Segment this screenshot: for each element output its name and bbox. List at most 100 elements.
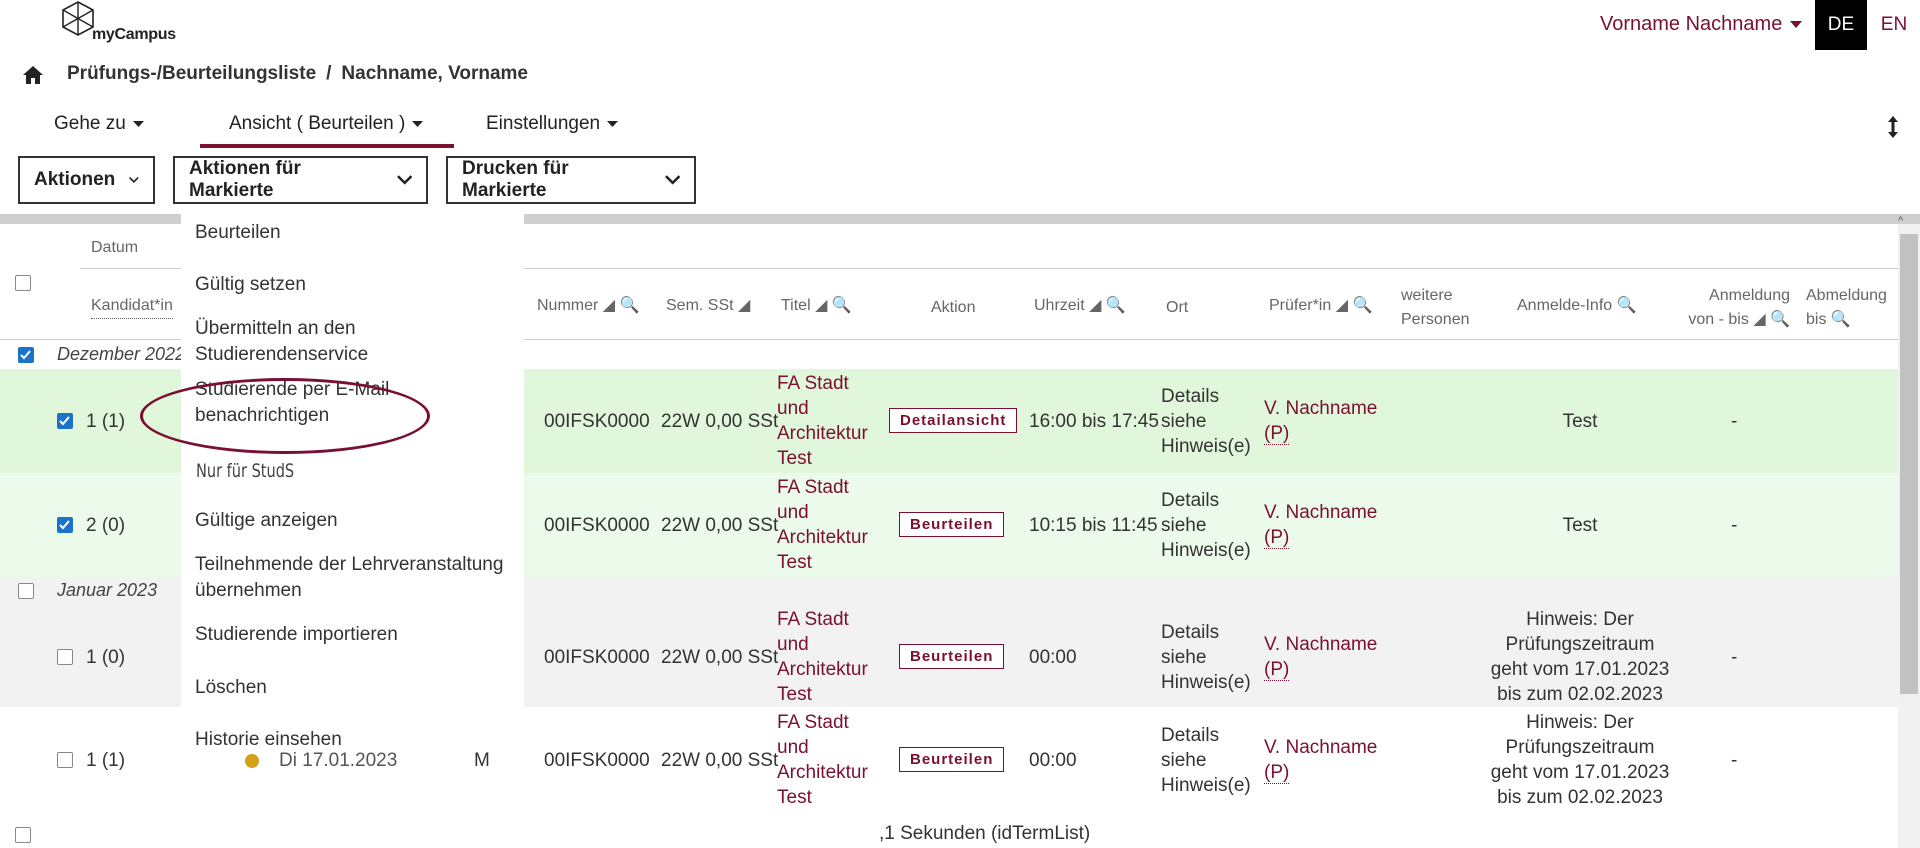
print-marked-button[interactable]: Drucken für Markierte	[446, 156, 696, 204]
header-title-label: Titel	[781, 297, 811, 314]
examiner-role: (P)	[1264, 423, 1290, 445]
group-checkbox-januar[interactable]	[18, 583, 34, 599]
search-icon[interactable]: 🔍	[1770, 311, 1790, 328]
header-registration[interactable]: Anmeldung von - bis ◢ 🔍	[1680, 284, 1790, 332]
menu-item-beurteilen[interactable]: Beurteilen	[195, 220, 281, 246]
nav-goto[interactable]: Gehe zu	[54, 113, 144, 135]
examiner-role: (P)	[1264, 659, 1290, 681]
assess-button[interactable]: Beurteilen	[899, 644, 1005, 669]
examiner-name: V. Nachname	[1264, 634, 1378, 655]
search-icon[interactable]: 🔍	[1106, 297, 1126, 314]
header-reg-info-label: Anmelde-Info	[1517, 297, 1613, 314]
sort-icon[interactable]: ◢	[815, 297, 827, 314]
search-icon[interactable]: 🔍	[1831, 311, 1851, 328]
search-icon[interactable]: 🔍	[1352, 297, 1372, 314]
cell-examiner[interactable]: V. Nachname (P)	[1264, 500, 1377, 550]
chevron-down-icon	[396, 175, 412, 185]
sort-icon[interactable]: ◢	[1089, 297, 1101, 314]
nav-settings[interactable]: Einstellungen	[486, 113, 619, 135]
header-date[interactable]: Datum	[91, 236, 138, 260]
search-icon[interactable]: 🔍	[620, 297, 640, 314]
assess-button[interactable]: Beurteilen	[899, 512, 1005, 537]
menu-item-uebermitteln[interactable]: Übermitteln an den Studierendenservice	[195, 316, 415, 368]
assess-button[interactable]: Beurteilen	[899, 747, 1005, 772]
header-title[interactable]: Titel ◢ 🔍	[781, 294, 852, 318]
menu-item-importieren[interactable]: Studierende importieren	[195, 622, 398, 648]
menu-item-gueltige-anzeigen[interactable]: Gültige anzeigen	[195, 508, 338, 534]
cell-examiner[interactable]: V. Nachname (P)	[1264, 396, 1377, 446]
nav-view[interactable]: Ansicht ( Beurteilen )	[229, 113, 424, 135]
header-reg-info[interactable]: Anmelde-Info 🔍	[1517, 294, 1637, 318]
nav-goto-label: Gehe zu	[54, 113, 126, 134]
sort-icon[interactable]: ◢	[603, 297, 615, 314]
header-number[interactable]: Nummer ◢ 🔍	[537, 294, 639, 318]
examiner-name: V. Nachname	[1264, 502, 1378, 523]
sort-icon[interactable]: ◢	[1753, 311, 1765, 328]
search-icon[interactable]: 🔍	[1617, 297, 1637, 314]
candidate-link[interactable]: 1 (1)	[86, 748, 125, 773]
search-icon[interactable]: 🔍	[832, 297, 852, 314]
chevron-down-icon	[129, 177, 139, 183]
group-checkbox-dezember[interactable]	[18, 347, 34, 363]
header-examiner[interactable]: Prüfer*in ◢ 🔍	[1269, 294, 1372, 318]
user-menu[interactable]: Vorname Nachname	[1600, 13, 1803, 36]
cell-title[interactable]: FA Stadt und Architektur Test	[777, 475, 877, 575]
chevron-down-icon	[664, 175, 680, 185]
sort-icon[interactable]: ◢	[738, 297, 750, 314]
nav-view-label: Ansicht ( Beurteilen )	[229, 113, 406, 134]
menu-item-historie[interactable]: Historie einsehen	[195, 727, 342, 753]
home-icon[interactable]	[22, 65, 44, 85]
header-candidate[interactable]: Kandidat*in	[91, 294, 173, 319]
print-marked-label: Drucken für Markierte	[462, 158, 569, 201]
actions-marked-button[interactable]: Aktionen für Markierte	[173, 156, 428, 204]
cell-examiner[interactable]: V. Nachname (P)	[1264, 632, 1377, 682]
candidate-link[interactable]: 2 (0)	[86, 513, 125, 538]
row-checkbox[interactable]	[57, 517, 73, 533]
cell-semester: 22W 0,00 SSt	[661, 411, 779, 432]
cell-examiner[interactable]: V. Nachname (P)	[1264, 735, 1377, 785]
expand-vertical-icon[interactable]	[1887, 116, 1899, 138]
menu-item-email-benachrichtigen[interactable]: Studierende per E-Mail benachrichtigen	[195, 377, 395, 429]
breadcrumb-person: Nachname, Vorname	[341, 63, 528, 84]
menu-item-teilnehmende-uebernehmen[interactable]: Teilnehmende der Lehrveranstaltung übern…	[195, 552, 515, 604]
footer-checkbox[interactable]	[15, 827, 31, 843]
detail-view-button[interactable]: Detailansicht	[889, 408, 1018, 433]
status-dot	[245, 754, 259, 768]
cell-registration: -	[1731, 515, 1738, 536]
candidate-link[interactable]: 1 (1)	[86, 409, 125, 434]
header-time-label: Uhrzeit	[1034, 297, 1085, 314]
menu-item-loeschen[interactable]: Löschen	[195, 675, 267, 701]
cell-semester: 22W 0,00 SSt	[661, 515, 779, 536]
cell-time: 00:00	[1029, 750, 1077, 771]
group-label-januar: Januar 2023	[57, 580, 158, 600]
cell-type[interactable]: M	[474, 748, 490, 773]
header-others: weitere Personen	[1401, 287, 1470, 328]
header-action: Aktion	[931, 299, 976, 316]
language-de[interactable]: DE	[1815, 0, 1867, 50]
cell-location: Details siehe Hinweis(e)	[1161, 622, 1251, 693]
cell-title[interactable]: FA Stadt und Architektur Test	[777, 710, 877, 810]
header-deregistration[interactable]: Abmeldung bis 🔍	[1806, 284, 1892, 332]
nav-settings-label: Einstellungen	[486, 113, 601, 134]
cell-number: 00IFSK0000	[544, 647, 650, 668]
breadcrumb-page[interactable]: Prüfungs-/Beurteilungsliste	[67, 63, 316, 85]
row-checkbox[interactable]	[57, 752, 73, 768]
cell-info: Test	[1562, 515, 1598, 536]
cell-location: Details siehe Hinweis(e)	[1161, 386, 1251, 457]
scrollbar-thumb[interactable]	[1900, 234, 1918, 694]
caret-down-icon	[1790, 20, 1803, 28]
sort-icon[interactable]: ◢	[1336, 297, 1348, 314]
cell-title[interactable]: FA Stadt und Architektur Test	[777, 607, 877, 707]
header-time[interactable]: Uhrzeit ◢ 🔍	[1034, 294, 1126, 318]
select-all-checkbox[interactable]	[15, 275, 31, 291]
header-semester[interactable]: Sem. SSt ◢	[666, 294, 750, 318]
cell-title[interactable]: FA Stadt und Architektur Test	[777, 371, 877, 471]
actions-button[interactable]: Aktionen	[18, 156, 155, 204]
candidate-link[interactable]: 1 (0)	[86, 645, 125, 670]
language-en[interactable]: EN	[1868, 0, 1920, 50]
menu-item-gueltig-setzen[interactable]: Gültig setzen	[195, 272, 306, 298]
header-location: Ort	[1166, 299, 1189, 316]
row-checkbox[interactable]	[57, 649, 73, 665]
examiner-role: (P)	[1264, 527, 1290, 549]
row-checkbox[interactable]	[57, 413, 73, 429]
